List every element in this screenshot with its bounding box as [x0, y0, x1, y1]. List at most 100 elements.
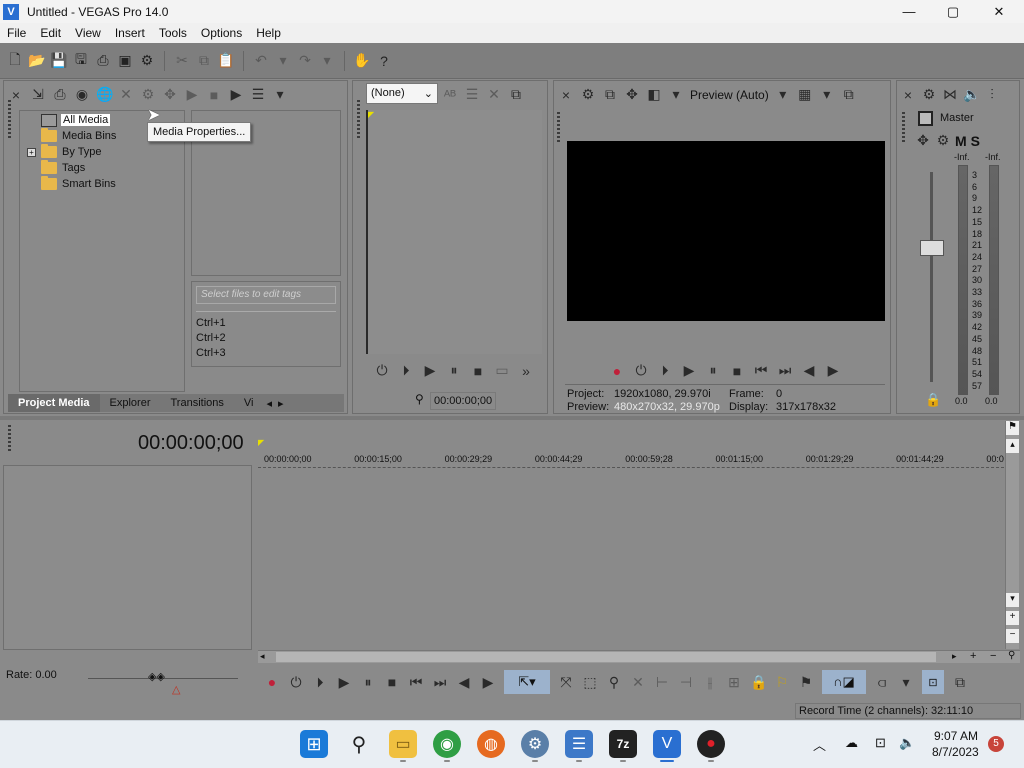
menu-file[interactable]: File: [0, 26, 33, 40]
zoom-in-icon[interactable]: +: [970, 650, 976, 662]
copy-snapshot-icon[interactable]: ⧉: [841, 86, 857, 103]
lock-event-icon[interactable]: 🔒: [750, 674, 767, 691]
maximize-button[interactable]: ▢: [930, 0, 976, 23]
scroll-left-icon[interactable]: ◂: [260, 651, 265, 662]
new-icon[interactable]: 🗋: [6, 51, 24, 70]
auto-ripple-dropdown-icon[interactable]: ▾: [898, 674, 914, 691]
play-from-start-icon[interactable]: ⏵: [398, 362, 414, 379]
auto-preview-icon[interactable]: ▶: [228, 86, 244, 103]
zoom-in-vertical-icon[interactable]: +: [1006, 611, 1019, 625]
recorder-icon[interactable]: ●: [697, 730, 725, 758]
paste-icon[interactable]: 📋: [217, 52, 235, 70]
settings-gear-icon[interactable]: ⚙: [521, 730, 549, 758]
tree-item-all-media[interactable]: All Media: [41, 112, 111, 128]
lock-envelopes-icon[interactable]: ⊡: [922, 670, 944, 694]
go-to-end-icon[interactable]: ⏭: [777, 362, 793, 379]
web-icon[interactable]: 🌐: [96, 86, 113, 103]
pause-icon[interactable]: ⏸: [446, 362, 462, 379]
pause-icon[interactable]: ⏸: [360, 674, 376, 691]
normal-edit-tool-icon[interactable]: ⇱▾: [504, 670, 550, 694]
loop-playback-icon[interactable]: ⏻: [288, 674, 304, 691]
chrome-icon[interactable]: ◉: [433, 730, 461, 758]
vertical-scrollbar[interactable]: ⚑ ▴ ▾ + −: [1005, 421, 1019, 649]
solo-button[interactable]: S: [971, 133, 980, 149]
expand-icon[interactable]: +: [27, 147, 36, 157]
trim-end-icon[interactable]: ⊣: [678, 674, 694, 691]
mixer-icon[interactable]: ⫶: [984, 86, 1000, 103]
scroll-thumb[interactable]: [276, 652, 936, 662]
clock-time[interactable]: 9:07 AM: [934, 729, 978, 743]
tab-video-fx[interactable]: Vi: [234, 397, 264, 409]
onedrive-icon[interactable]: ☁: [845, 735, 858, 751]
play-icon[interactable]: ▶: [681, 362, 697, 379]
horizontal-scrollbar[interactable]: ◂ ▸ + − ⚲: [258, 650, 1020, 663]
tree-item-tags[interactable]: Tags: [41, 160, 85, 176]
track-list[interactable]: [3, 465, 252, 650]
edit-details-icon[interactable]: ✋: [353, 52, 371, 70]
preview-properties-icon[interactable]: ⚙: [580, 86, 596, 103]
notification-badge[interactable]: 5: [988, 736, 1004, 752]
get-media-icon[interactable]: ◉: [74, 86, 90, 103]
trim-start-icon[interactable]: ⊢: [654, 674, 670, 691]
trimmer-options-icon[interactable]: ⧉: [508, 86, 524, 103]
firefox-icon[interactable]: ◍: [477, 730, 505, 758]
selection-tool-icon[interactable]: ⬚: [582, 674, 598, 691]
markers-icon[interactable]: ☰: [464, 86, 480, 103]
record-icon[interactable]: ●: [264, 674, 280, 690]
fx-icon[interactable]: ⚙: [935, 132, 951, 149]
seven-zip-icon[interactable]: 7z: [609, 730, 637, 758]
play-from-start-icon[interactable]: ⏵: [312, 674, 328, 691]
master-fader-handle[interactable]: [920, 240, 944, 256]
trimmer-view[interactable]: ◤: [366, 110, 542, 354]
search-icon[interactable]: ⚲: [345, 730, 373, 758]
trimmer-media-dropdown[interactable]: (None) ⌄: [366, 83, 438, 104]
insert-region-icon[interactable]: ⚑: [798, 674, 814, 691]
tree-item-smart-bins[interactable]: Smart Bins: [41, 176, 116, 192]
stop-icon[interactable]: ■: [729, 363, 745, 379]
master-bus-icon[interactable]: [918, 111, 933, 126]
rate-slider-handle[interactable]: ◈◈: [148, 670, 165, 683]
tab-scroll-left-icon[interactable]: ◂: [263, 397, 275, 410]
grid-dropdown-icon[interactable]: ▾: [819, 86, 835, 103]
cut-icon[interactable]: ✂: [173, 52, 191, 70]
scroll-right-icon[interactable]: ▸: [952, 651, 957, 662]
tag-shortcut-1[interactable]: Ctrl+1: [196, 317, 226, 329]
envelope-tool-icon[interactable]: ⤧: [558, 674, 574, 691]
zoom-out-vertical-icon[interactable]: −: [1006, 629, 1019, 643]
save-as-icon[interactable]: 🖫: [72, 51, 90, 70]
start-windows-icon[interactable]: ⊞: [300, 730, 328, 758]
copy-icon[interactable]: ⧉: [195, 52, 213, 70]
stop-icon[interactable]: ■: [384, 674, 400, 690]
scroll-up-icon[interactable]: ▴: [1006, 439, 1019, 453]
play-icon[interactable]: ▶: [336, 674, 352, 691]
pan-icon[interactable]: ✥: [915, 132, 931, 149]
auto-ripple-icon[interactable]: ⫏: [874, 674, 890, 691]
menu-insert[interactable]: Insert: [108, 26, 152, 40]
close-panel-icon[interactable]: ×: [8, 87, 24, 103]
go-to-start-icon[interactable]: ⏮: [753, 362, 769, 379]
insert-marker-icon[interactable]: ⚐: [774, 674, 790, 691]
media-properties-icon[interactable]: ⚙: [140, 86, 156, 103]
remove-icon[interactable]: ✕: [118, 86, 134, 103]
next-frame-icon[interactable]: ▶: [480, 674, 496, 691]
go-to-start-icon[interactable]: ⏮: [408, 674, 424, 691]
tab-project-media[interactable]: Project Media: [8, 394, 100, 412]
zoom-tool-icon[interactable]: ⚲: [606, 674, 622, 691]
split-screen-icon[interactable]: ✥: [624, 86, 640, 103]
mute-button[interactable]: M: [955, 133, 967, 149]
tab-transitions[interactable]: Transitions: [161, 397, 234, 409]
menu-tools[interactable]: Tools: [152, 26, 194, 40]
import-media-icon[interactable]: ⇲: [30, 86, 46, 103]
record-icon[interactable]: ●: [609, 363, 625, 379]
previous-frame-icon[interactable]: ◀: [801, 362, 817, 379]
preview-quality-dropdown[interactable]: Preview (Auto): [690, 88, 769, 102]
split-icon[interactable]: ⫲: [702, 674, 718, 691]
tag-input[interactable]: Select files to edit tags: [196, 286, 336, 304]
views-icon[interactable]: ☰: [250, 86, 266, 103]
menu-options[interactable]: Options: [194, 26, 249, 40]
show-hidden-icons-icon[interactable]: ︿: [813, 735, 826, 754]
delete-icon[interactable]: ✕: [630, 674, 646, 691]
close-panel-icon[interactable]: ×: [900, 87, 916, 103]
downmix-icon[interactable]: ⋈: [942, 86, 958, 103]
render-icon[interactable]: ⎙: [94, 52, 112, 70]
